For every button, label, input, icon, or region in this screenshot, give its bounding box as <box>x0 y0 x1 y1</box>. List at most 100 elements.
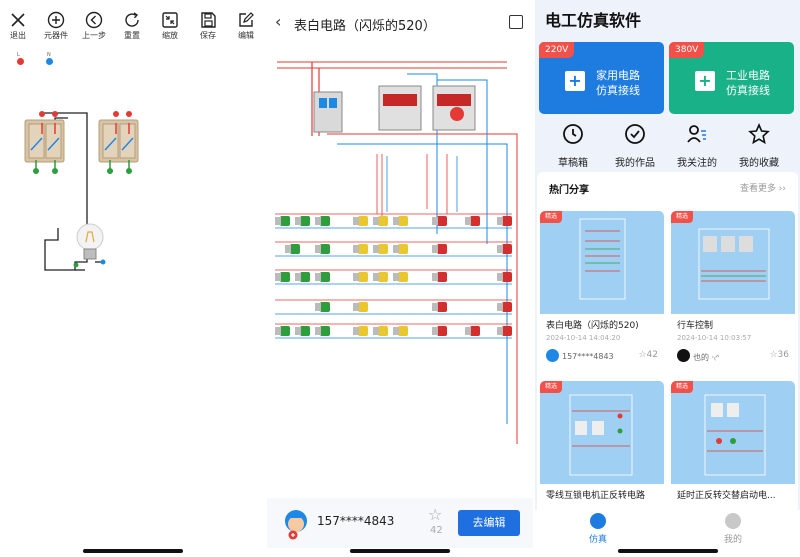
avatar <box>546 349 559 362</box>
author-name: 157****4843 <box>317 514 395 528</box>
led-base <box>295 273 301 281</box>
clock-icon <box>563 124 583 144</box>
card-line1: 工业电路 <box>726 69 770 82</box>
tab-mine[interactable]: 我的 <box>703 513 763 545</box>
led-array <box>275 213 512 339</box>
led-base <box>353 327 359 335</box>
led-base <box>465 327 471 335</box>
led-indicator <box>320 216 330 226</box>
post-card[interactable]: 精选 零线互锁电机正反转电路 <box>540 381 664 512</box>
led-base <box>393 273 399 281</box>
tab-simulation[interactable]: 仿真 <box>568 513 628 545</box>
post-title: 行车控制 <box>677 321 714 331</box>
led-base <box>432 245 438 253</box>
star-icon: ☆ <box>638 350 647 360</box>
post-title: 零线互锁电机正反转电路 <box>546 491 646 501</box>
following-button[interactable]: 我关注的 <box>667 123 727 170</box>
post-card[interactable]: 精选 表白电路（闪烁的520) 2024-10-14 14:04:20 157*… <box>540 211 664 371</box>
led-indicator <box>398 272 408 282</box>
card-line2: 仿真接线 <box>596 84 640 97</box>
led-base <box>295 327 301 335</box>
drafts-button[interactable]: 草稿箱 <box>543 123 603 170</box>
led-indicator <box>300 272 310 282</box>
led-base <box>285 245 291 253</box>
light-bulb[interactable] <box>73 223 106 268</box>
post-card[interactable]: 精选 延时正反转交替启动电... <box>671 381 795 512</box>
preview-diagram[interactable] <box>267 44 533 499</box>
led-base <box>353 245 359 253</box>
led-base <box>497 217 503 225</box>
section-title: 热门分享 <box>549 185 589 196</box>
led-indicator <box>358 244 368 254</box>
led-indicator <box>300 326 310 336</box>
card-line1: 家用电路 <box>596 69 640 82</box>
led-base <box>373 245 379 253</box>
post-title: 表白电路（闪烁的520) <box>546 321 639 331</box>
circuit-canvas[interactable] <box>0 0 265 557</box>
led-base <box>275 217 281 225</box>
voltage-badge: 220V <box>539 42 575 58</box>
favorites-button[interactable]: 我的收藏 <box>729 123 789 170</box>
led-base <box>315 303 321 311</box>
led-base <box>432 273 438 281</box>
post-card[interactable]: 精选 行车控制 2024-10-14 10:03:57 也的 ·₍ᐢ ☆36 <box>671 211 795 371</box>
led-base <box>432 217 438 225</box>
like-count: 42 <box>430 525 443 536</box>
double-switch-1[interactable] <box>24 111 65 174</box>
back-icon[interactable]: ‹ <box>275 12 281 31</box>
post-author: 也的 ·₍ᐢ <box>693 353 720 362</box>
avatar[interactable] <box>281 506 311 540</box>
led-base <box>393 217 399 225</box>
led-indicator <box>502 326 512 336</box>
hot-share-section: 热门分享 查看更多 ›› 精选 表白电路（闪烁的520) 2024-10-14 … <box>537 172 798 512</box>
app-title: 电工仿真软件 <box>545 11 642 30</box>
featured-badge: 精选 <box>671 381 694 393</box>
post-thumbnail: 精选 <box>671 381 795 484</box>
led-indicator <box>280 272 290 282</box>
post-date: 2024-10-14 14:04:20 <box>546 334 621 342</box>
led-indicator <box>280 326 290 336</box>
led-indicator <box>470 326 480 336</box>
featured-badge: 精选 <box>540 211 563 223</box>
led-indicator <box>290 244 300 254</box>
avatar <box>677 349 690 362</box>
led-indicator <box>398 326 408 336</box>
star-icon: ☆ <box>769 350 778 360</box>
go-edit-button[interactable]: 去编辑 <box>458 510 520 536</box>
household-circuit-card[interactable]: 220V + 家用电路 仿真接线 <box>539 42 664 114</box>
led-indicator <box>437 326 447 336</box>
led-indicator <box>378 216 388 226</box>
led-base <box>497 327 503 335</box>
led-indicator <box>398 244 408 254</box>
led-indicator <box>378 326 388 336</box>
home-indicator <box>350 549 450 553</box>
post-title: 延时正反转交替启动电... <box>677 491 776 501</box>
double-switch-2[interactable] <box>98 111 139 174</box>
voltage-badge: 380V <box>669 42 705 58</box>
led-base <box>497 303 503 311</box>
preview-header: ‹ 表白电路（闪烁的520） <box>267 0 533 44</box>
led-indicator <box>358 272 368 282</box>
user-list-icon <box>687 125 706 143</box>
bulb-icon <box>590 513 606 529</box>
led-base <box>315 273 321 281</box>
post-thumbnail: 精选 <box>540 381 664 484</box>
industrial-circuit-card[interactable]: 380V + 工业电路 仿真接线 <box>669 42 794 114</box>
led-indicator <box>502 272 512 282</box>
led-base <box>353 217 359 225</box>
my-works-button[interactable]: 我的作品 <box>605 123 665 170</box>
led-indicator <box>320 272 330 282</box>
led-base <box>373 273 379 281</box>
led-indicator <box>378 272 388 282</box>
led-base <box>497 273 503 281</box>
featured-badge: 精选 <box>671 211 694 223</box>
view-more-link[interactable]: 查看更多 ›› <box>740 181 786 194</box>
circuit-preview-panel: ‹ 表白电路（闪烁的520） 157****4843 ☆ 42 去编辑 <box>267 0 533 557</box>
post-author: 157****4843 <box>562 352 614 361</box>
led-indicator <box>320 326 330 336</box>
circuit-editor-panel: 退出 元器件 上一步 重置 缩放 保存 编辑 L N <box>0 0 265 557</box>
fullscreen-icon[interactable] <box>509 15 523 29</box>
led-base <box>393 245 399 253</box>
star-icon[interactable]: ☆ <box>428 506 442 524</box>
preview-footer: 157****4843 ☆ 42 去编辑 <box>267 498 533 548</box>
